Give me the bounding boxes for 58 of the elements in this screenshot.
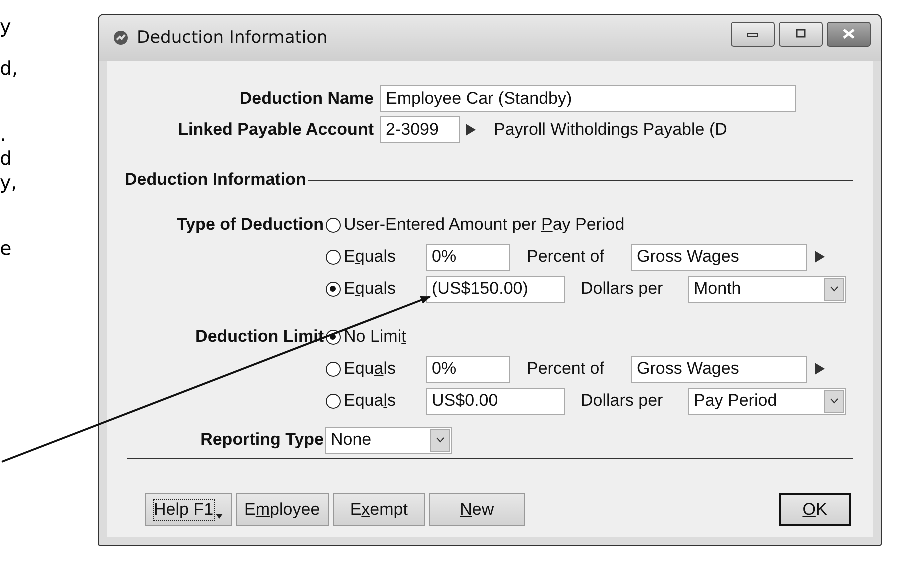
arrow-icon [815, 251, 825, 263]
chevron-down-icon [830, 286, 838, 292]
page-text: d, [0, 58, 20, 80]
input-field[interactable]: 2-3099 [380, 116, 460, 143]
input-field[interactable]: Gross Wages [631, 356, 807, 382]
option-label: Equals [344, 391, 397, 411]
page-text: y, [0, 172, 18, 194]
close-icon [842, 29, 856, 39]
input-field[interactable]: (US$150.00) [426, 276, 565, 302]
field-label: Deduction Limit [194, 327, 324, 347]
input-field[interactable]: Gross Wages [631, 244, 807, 270]
page-text: y [0, 16, 12, 38]
option-label: No Limit [344, 327, 406, 347]
field-label: Reporting Type [200, 430, 324, 450]
page-text: e [0, 238, 13, 260]
arrow-icon [466, 124, 476, 136]
maximize-icon [795, 29, 807, 39]
radio-button[interactable] [326, 362, 341, 376]
maximize-button[interactable] [779, 22, 823, 46]
app-icon [113, 30, 129, 46]
field-label: Linked Payable Account [177, 120, 374, 140]
arrow-icon [815, 363, 825, 375]
button[interactable]: Exempt [333, 493, 426, 526]
button[interactable]: Help F1 [145, 493, 232, 526]
option-label: Equals [344, 359, 397, 379]
unit-label: Percent of [527, 359, 606, 379]
unit-label: Percent of [527, 247, 606, 267]
radio-button[interactable] [326, 394, 341, 408]
input-field[interactable]: US$0.00 [426, 388, 565, 414]
input-field[interactable]: 0% [426, 244, 510, 270]
page-text: . [0, 124, 8, 146]
option-label: Equals [344, 279, 397, 299]
option-label: Equals [344, 247, 397, 267]
window-title: Deduction Information [137, 28, 328, 48]
field-label: Deduction Name [238, 88, 374, 108]
account-name: Payroll Witholdings Payable (D [494, 120, 728, 140]
section-title: Deduction Information [125, 170, 306, 190]
radio-button[interactable] [326, 218, 341, 232]
chevron-down-icon [436, 437, 444, 443]
dropdown[interactable]: Month [688, 276, 846, 302]
minimize-button[interactable] [731, 22, 775, 46]
field-label: Type of Deduction [176, 215, 324, 235]
radio-button[interactable] [326, 250, 341, 264]
button[interactable]: OK [779, 493, 851, 526]
button[interactable]: Employee [236, 493, 330, 526]
dropdown[interactable]: None [325, 426, 452, 454]
option-label: User-Entered Amount per Pay Period [344, 215, 625, 235]
unit-label: Dollars per [581, 391, 664, 411]
input-field[interactable]: 0% [426, 356, 510, 382]
button[interactable]: New [429, 493, 526, 526]
chevron-down-icon [830, 398, 838, 404]
page-text: d [0, 148, 14, 170]
dropdown[interactable]: Pay Period [688, 388, 846, 414]
close-button[interactable] [827, 22, 871, 46]
unit-label: Dollars per [581, 279, 664, 299]
radio-button[interactable] [326, 282, 341, 296]
caret-icon [216, 514, 223, 519]
input-field[interactable]: Employee Car (Standby) [380, 85, 796, 112]
